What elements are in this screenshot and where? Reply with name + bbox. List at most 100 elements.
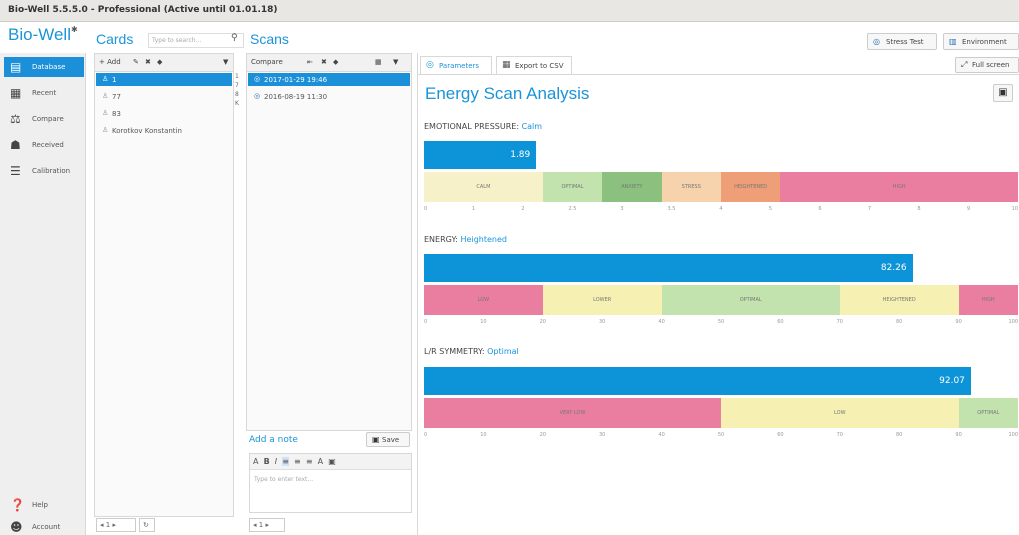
tab-export-csv[interactable]: ▦ Export to CSV [496, 56, 572, 74]
tag-icon[interactable]: ◆ [333, 58, 338, 66]
align-left-icon[interactable]: ≡ [282, 457, 289, 466]
index-letter[interactable]: 7 [235, 81, 239, 90]
bold-icon[interactable]: B [264, 457, 270, 466]
align-center-icon[interactable]: ≡ [294, 457, 301, 466]
lr-symmetry-zones: Very Low Low Optimal [424, 398, 1018, 428]
energy-axis: 0 10 20 30 40 50 60 70 80 90 100 [424, 319, 1018, 327]
filter-icon[interactable]: ▼ [223, 58, 228, 66]
delete-card-icon[interactable]: ✖ [145, 58, 151, 66]
add-note-link[interactable]: Add a note [249, 435, 298, 445]
tab-parameters[interactable]: ◎ Parameters [420, 56, 492, 74]
sidebar-item-received[interactable]: ☗ Received [4, 135, 84, 155]
scans-toolbar: Compare ⇤ ✖ ◆ ▦ ▼ [247, 54, 411, 72]
compare-scans-button[interactable]: Compare [251, 58, 283, 66]
tick-label: 70 [836, 319, 843, 325]
pager-page[interactable]: 1 [106, 521, 110, 529]
sidebar-item-compare[interactable]: ⚖ Compare [4, 109, 84, 129]
tick-label: 7 [867, 206, 872, 212]
sidebar-item-help[interactable]: ❓ Help [4, 495, 84, 515]
zone-lower: Lower [542, 285, 662, 315]
person-icon: ♙ [102, 109, 109, 117]
add-card-button[interactable]: + Add [99, 58, 121, 66]
card-row[interactable]: ♙ Korotkov Konstantin [96, 124, 232, 137]
calibration-icon: ☰ [10, 164, 21, 178]
bar-value-label: 82.26 [880, 263, 907, 273]
highlight-icon[interactable]: A [318, 457, 323, 466]
tick-label: 20 [539, 319, 546, 325]
cards-search-input[interactable]: Type to search... [148, 33, 244, 48]
tick-label: 5 [768, 206, 773, 212]
zone-high: High [958, 285, 1018, 315]
sidebar-item-label: Help [32, 501, 48, 509]
scans-pager[interactable]: ◂ 1 ▸ [249, 518, 285, 532]
save-label: Save [382, 436, 400, 444]
align-right-icon[interactable]: ≡ [306, 457, 313, 466]
logo-text: Bio-Well [8, 25, 71, 44]
index-letter[interactable]: K [235, 99, 239, 108]
card-row-label: 77 [112, 93, 121, 101]
italic-icon[interactable]: I [275, 457, 277, 466]
sidebar-item-label: Received [32, 141, 64, 149]
note-editor: A B I ≡ ≡ ≡ A ▣ Type to enter text... [249, 453, 412, 513]
emotional-pressure-label: EMOTIONAL PRESSURE: Calm [424, 122, 542, 131]
tick-label: 100 [1008, 319, 1018, 325]
tick-label: 60 [777, 319, 784, 325]
spreadsheet-icon: ▦ [502, 60, 511, 70]
pager-next-icon[interactable]: ▸ [112, 521, 116, 529]
card-row-label: Korotkov Konstantin [112, 127, 182, 135]
sidebar-item-label: Compare [32, 115, 64, 123]
save-icon: ▣ [372, 435, 380, 444]
delete-scan-icon[interactable]: ✖ [321, 58, 327, 66]
logo-star-icon: ✱ [70, 25, 78, 34]
index-letter[interactable]: 8 [235, 90, 239, 99]
filter-icon[interactable]: ▼ [393, 58, 398, 66]
full-screen-button[interactable]: ⤢ Full screen [955, 57, 1019, 73]
tick-label: 1 [471, 206, 476, 212]
sidebar-item-database[interactable]: ▤ Database [4, 57, 84, 77]
card-row[interactable]: ♙ 77 [96, 90, 232, 103]
emotional-pressure-zones: Calm Optimal Anxiety Stress Heightened High [424, 172, 1018, 202]
lr-symmetry-axis: 0 10 20 30 40 50 60 70 80 90 100 [424, 432, 1018, 440]
tick-label: 90 [955, 319, 962, 325]
tick-label: 9 [966, 206, 971, 212]
pager-next-icon[interactable]: ▸ [265, 521, 269, 529]
sidebar-item-calibration[interactable]: ☰ Calibration [4, 161, 84, 181]
stress-test-icon: ◎ [873, 37, 880, 46]
tick-label: 2 [521, 206, 525, 212]
image-export-icon[interactable]: ▣ [993, 84, 1013, 102]
sidebar-item-account[interactable]: ☻ Account [4, 517, 84, 535]
card-row[interactable]: ♙ 1 [96, 73, 232, 86]
sidebar: ▤ Database ▦ Recent ⚖ Compare ☗ Received… [0, 53, 86, 535]
save-note-button[interactable]: ▣ Save [366, 432, 410, 447]
search-icon[interactable]: ⚲ [231, 33, 238, 43]
font-color-icon[interactable]: A [253, 457, 258, 466]
cards-refresh-button[interactable]: ↻ [139, 518, 155, 532]
pager-prev-icon[interactable]: ◂ [100, 521, 104, 529]
environment-button[interactable]: ▥ Environment [943, 33, 1019, 50]
import-icon[interactable]: ⇤ [307, 58, 313, 66]
scan-row[interactable]: ◎ 2017-01-29 19:46 [248, 73, 410, 86]
pager-prev-icon[interactable]: ◂ [253, 521, 257, 529]
stress-test-button[interactable]: ◎ Stress Test [867, 33, 937, 50]
pager-page[interactable]: 1 [259, 521, 263, 529]
note-input[interactable]: Type to enter text... [254, 476, 313, 483]
window-titlebar: Bio-Well 5.5.5.0 - Professional (Active … [0, 0, 1019, 22]
scans-panel: Compare ⇤ ✖ ◆ ▦ ▼ ◎ 2017-01-29 19:46 ◎ 2… [246, 53, 412, 431]
tick-label: 2.5 [568, 206, 577, 212]
image-icon[interactable]: ▣ [328, 457, 336, 466]
edit-card-icon[interactable]: ✎ [133, 58, 139, 66]
index-letter[interactable]: 1 [235, 72, 239, 81]
card-row[interactable]: ♙ 83 [96, 107, 232, 120]
scans-title: Scans [250, 31, 289, 47]
scan-icon: ◎ [254, 75, 261, 83]
sidebar-item-recent[interactable]: ▦ Recent [4, 83, 84, 103]
sidebar-item-label: Account [32, 523, 61, 531]
full-screen-label: Full screen [972, 61, 1010, 69]
scan-row[interactable]: ◎ 2016-08-19 11:30 [248, 90, 410, 103]
grid-icon[interactable]: ▦ [375, 58, 382, 66]
metric-status: Heightened [460, 235, 507, 244]
tag-icon[interactable]: ◆ [157, 58, 162, 66]
sidebar-item-label: Calibration [32, 167, 71, 175]
cards-pager[interactable]: ◂ 1 ▸ [96, 518, 136, 532]
person-icon: ♙ [102, 75, 109, 83]
